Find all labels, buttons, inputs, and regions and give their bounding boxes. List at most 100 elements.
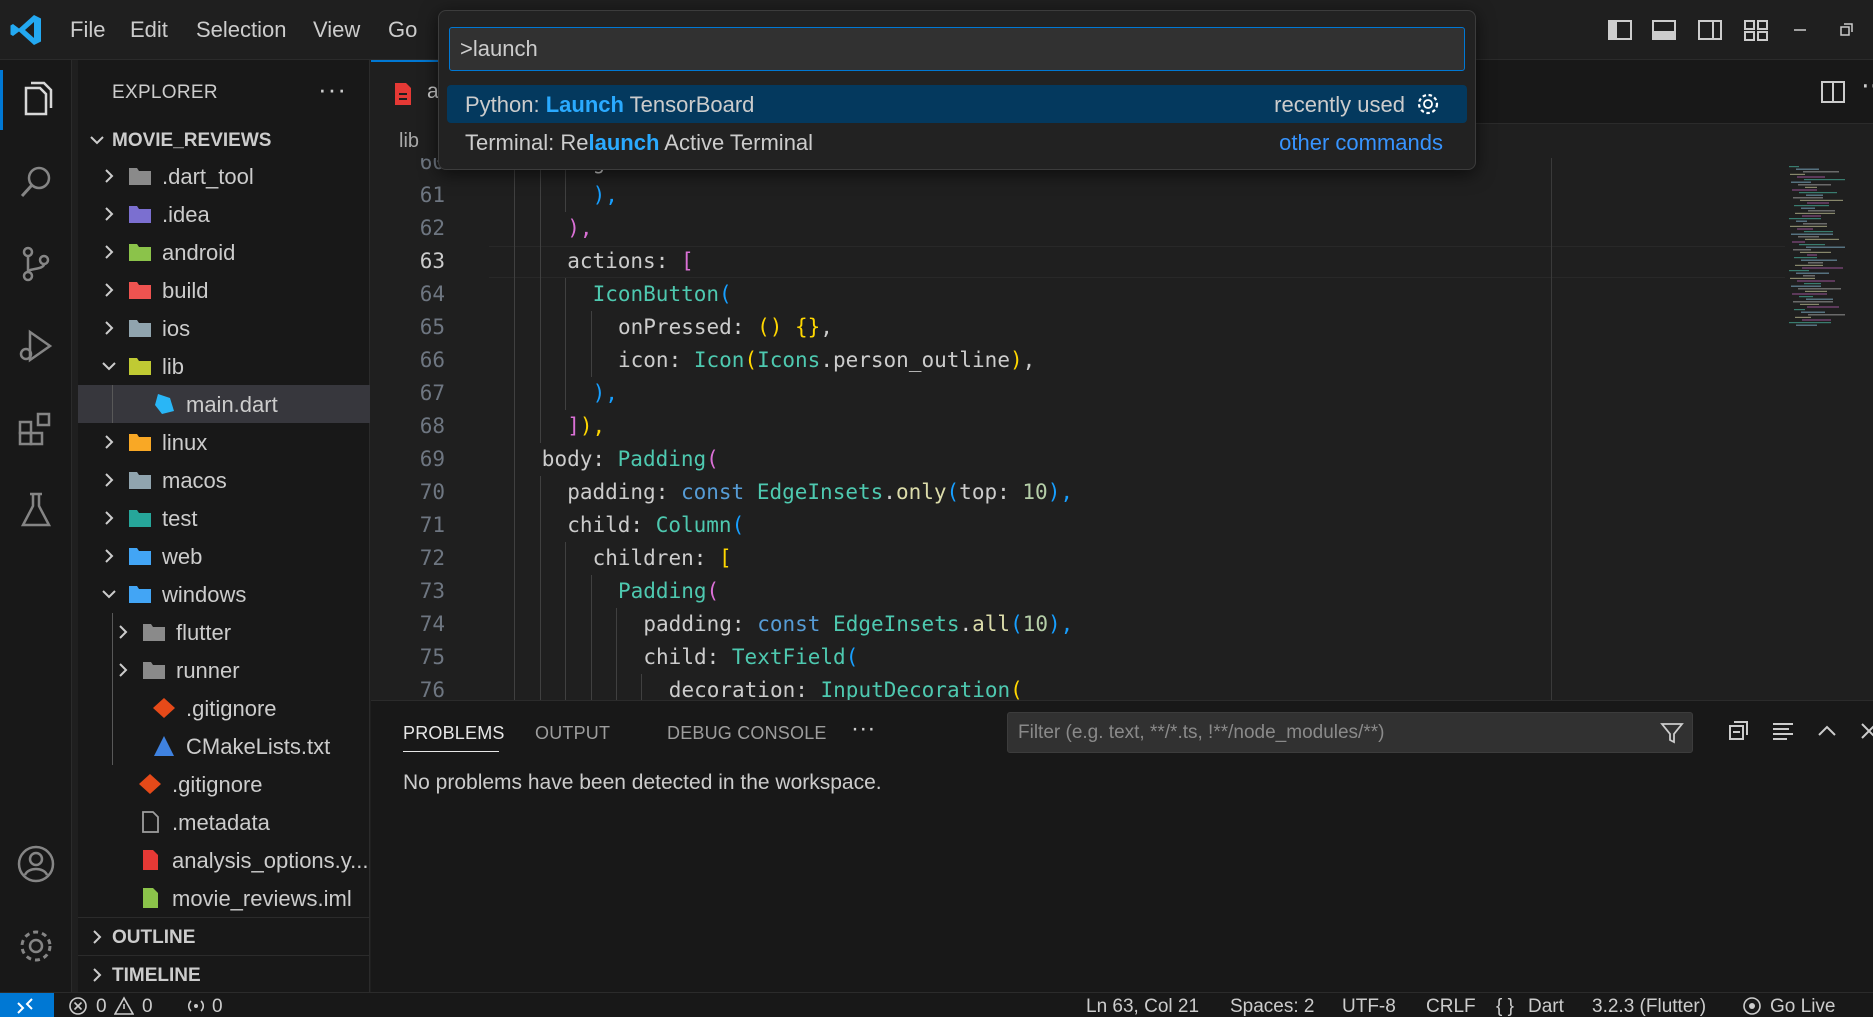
end-of-line[interactable]: CRLF <box>1426 996 1476 1017</box>
tree-item[interactable]: runner <box>78 651 370 689</box>
menu-file[interactable]: File <box>70 0 105 60</box>
code-token: () {} <box>757 315 821 339</box>
tree-item[interactable]: CMakeLists.txt <box>78 727 370 765</box>
tree-item[interactable]: .dart_tool <box>78 157 370 195</box>
language-mode[interactable]: Dart <box>1528 996 1564 1017</box>
menu-selection[interactable]: Selection <box>196 0 287 60</box>
menu-view[interactable]: View <box>313 0 360 60</box>
active-view-indicator <box>0 70 3 130</box>
configure-keybinding-gear-icon[interactable] <box>1415 91 1441 117</box>
ports-count[interactable]: 0 <box>212 996 223 1017</box>
tree-item[interactable]: ios <box>78 309 370 347</box>
cursor-position[interactable]: Ln 63, Col 21 <box>1086 996 1199 1017</box>
chevron-right-icon <box>105 207 114 221</box>
editor-more-actions-icon[interactable]: ⋯ <box>1861 70 1873 101</box>
tree-item[interactable]: build <box>78 271 370 309</box>
go-live[interactable]: Go Live <box>1770 996 1835 1017</box>
tab-output[interactable]: OUTPUT <box>535 723 610 744</box>
tree-item[interactable]: .idea <box>78 195 370 233</box>
tree-item[interactable]: test <box>78 499 370 537</box>
ports-broadcast-icon[interactable] <box>184 996 208 1016</box>
code-token: 10 <box>1022 612 1049 636</box>
indent-guide <box>641 674 643 700</box>
go-live-icon[interactable] <box>1742 996 1762 1016</box>
remote-indicator[interactable] <box>0 993 54 1017</box>
chevron-right-icon <box>105 283 114 297</box>
maximize-panel-icon[interactable] <box>1813 717 1841 745</box>
menu-go[interactable]: Go <box>388 0 417 60</box>
minimap-line <box>1796 168 1819 170</box>
error-icon[interactable] <box>68 996 88 1016</box>
error-count[interactable]: 0 <box>96 996 107 1017</box>
language-braces-icon[interactable]: { } <box>1496 996 1514 1017</box>
minimap-line <box>1800 199 1843 201</box>
warning-icon[interactable] <box>114 996 134 1016</box>
warning-count[interactable]: 0 <box>142 996 153 1017</box>
minimap-line <box>1804 283 1821 285</box>
folder-icon <box>129 168 151 185</box>
code-editor[interactable]: 60g61), 62),63actions: [64IconButton(65o… <box>371 158 1873 700</box>
tab-problems[interactable]: PROBLEMS <box>403 723 505 744</box>
customize-layout-icon[interactable] <box>1742 16 1770 44</box>
flutter-version[interactable]: 3.2.3 (Flutter) <box>1592 996 1706 1017</box>
workspace-root[interactable]: MOVIE_REVIEWS <box>78 121 370 159</box>
code-token: ( <box>706 579 720 603</box>
code-token: TextField <box>731 645 846 669</box>
close-panel-icon[interactable] <box>1855 717 1873 745</box>
indent-guide <box>514 278 516 311</box>
problems-filter-input[interactable] <box>1008 713 1638 752</box>
other-commands-label[interactable]: other commands <box>1279 130 1443 156</box>
toggle-primary-sidebar-icon[interactable] <box>1606 16 1634 44</box>
tree-item[interactable]: main.dart <box>78 385 370 423</box>
palette-item-launch-tensorboard[interactable]: Python: Launch TensorBoard recently used <box>447 85 1467 123</box>
code-token: ), <box>1047 480 1073 504</box>
tree-item[interactable]: flutter <box>78 613 370 651</box>
toggle-panel-icon[interactable] <box>1650 16 1678 44</box>
tab-debug-console[interactable]: DEBUG CONSOLE <box>667 723 827 744</box>
search-icon[interactable] <box>14 160 58 204</box>
explorer-icon[interactable] <box>14 78 58 122</box>
source-control-icon[interactable] <box>14 242 58 286</box>
split-editor-icon[interactable] <box>1819 78 1847 106</box>
tree-item[interactable]: windows <box>78 575 370 613</box>
toggle-secondary-sidebar-icon[interactable] <box>1696 16 1724 44</box>
run-debug-icon[interactable] <box>14 324 58 368</box>
tree-item[interactable]: android <box>78 233 370 271</box>
command-palette-input[interactable] <box>449 27 1465 71</box>
tree-item-label: lib <box>162 354 185 379</box>
minimap-line <box>1799 296 1813 298</box>
encoding[interactable]: UTF-8 <box>1342 996 1396 1017</box>
minimap-line <box>1804 231 1833 233</box>
tree-item[interactable]: web <box>78 537 370 575</box>
explorer-more-actions-button[interactable]: ··· <box>318 74 347 105</box>
menu-edit[interactable]: Edit <box>130 0 168 60</box>
timeline-section[interactable]: TIMELINE <box>78 955 370 993</box>
indentation[interactable]: Spaces: 2 <box>1230 996 1315 1017</box>
accounts-icon[interactable] <box>14 842 58 886</box>
breadcrumb-item-lib[interactable]: lib <box>399 130 419 153</box>
outline-section[interactable]: OUTLINE <box>78 917 370 955</box>
restore-icon[interactable] <box>1834 18 1858 42</box>
tree-item[interactable]: .gitignore <box>78 689 370 727</box>
tree-item[interactable]: movie_reviews.iml <box>78 879 370 917</box>
palette-item-relaunch-terminal[interactable]: Terminal: Relaunch Active Terminal other… <box>447 123 1467 161</box>
minimap[interactable] <box>1783 158 1873 700</box>
settings-gear-icon[interactable] <box>14 924 58 968</box>
editor-tab[interactable]: a <box>371 60 441 124</box>
line-number: 61 <box>419 183 445 207</box>
tree-item[interactable]: .metadata <box>78 803 370 841</box>
filter-icon[interactable] <box>1660 721 1684 745</box>
minimize-icon[interactable] <box>1788 18 1812 42</box>
tree-item[interactable]: lib <box>78 347 370 385</box>
indent-guide <box>514 509 516 542</box>
tree-item[interactable]: linux <box>78 423 370 461</box>
collapse-all-icon[interactable] <box>1725 717 1753 745</box>
panel-more-tabs-button[interactable]: ··· <box>851 715 876 743</box>
minimap-line <box>1793 301 1833 303</box>
tree-item[interactable]: macos <box>78 461 370 499</box>
tree-item[interactable]: .gitignore <box>78 765 370 803</box>
tree-item[interactable]: analysis_options.y... <box>78 841 370 879</box>
view-as-list-icon[interactable] <box>1769 717 1797 745</box>
extensions-icon[interactable] <box>14 406 58 450</box>
testing-icon[interactable] <box>14 488 58 532</box>
